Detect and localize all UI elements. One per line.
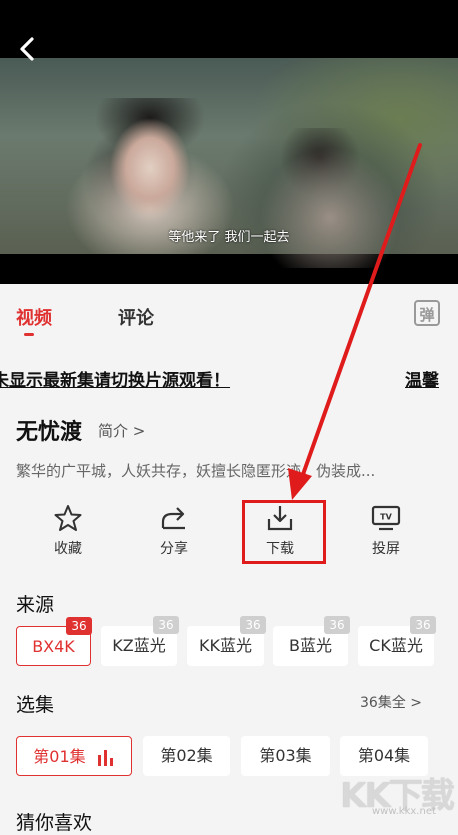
episode-chip-02[interactable]: 第02集 (143, 736, 230, 776)
tv-cast-icon: TV (371, 505, 401, 531)
share-icon (161, 507, 185, 530)
notice-text: 未显示最新集请切换片源观看！ (0, 371, 230, 391)
episode-chip-label: 第01集 (33, 747, 86, 766)
sources-heading: 来源 (16, 594, 55, 616)
episode-chip-label: 第02集 (160, 746, 213, 765)
action-row: 收藏 分享 下载 TV 投屏 (0, 504, 458, 566)
episode-count-badge: 36 (240, 616, 266, 634)
playing-bars-icon (97, 749, 113, 766)
favorite-label: 收藏 (54, 541, 82, 557)
source-chip-kz[interactable]: KZ蓝光 36 (101, 616, 179, 666)
watermark-logo: KK下载 www.kkx.net (340, 768, 455, 817)
source-chip-ck[interactable]: CK蓝光 36 (358, 616, 436, 666)
episode-count-badge: 36 (410, 616, 436, 634)
intro-link[interactable]: 简介 > (98, 420, 145, 441)
episode-chip-label: 第04集 (357, 746, 411, 765)
video-player[interactable]: 等他来了 我们一起去 (0, 0, 458, 284)
back-arrow-icon[interactable] (16, 36, 40, 62)
watermark-url: www.kkx.net (372, 806, 436, 817)
source-chip-label: KK蓝光 (199, 636, 252, 655)
video-frame (0, 58, 458, 268)
episode-count-badge: 36 (324, 616, 350, 634)
episode-count-badge: 36 (153, 616, 179, 634)
star-icon (54, 505, 82, 531)
share-button[interactable]: 分享 (134, 504, 214, 558)
source-chip-bx4k[interactable]: BX4K 36 (16, 617, 92, 666)
episode-chip-01[interactable]: 第01集 (16, 736, 132, 776)
tab-comments[interactable]: 评论 (118, 304, 154, 330)
danmaku-toggle-icon[interactable]: 弹 (414, 300, 440, 326)
tab-active-indicator (24, 333, 34, 336)
cast-label: 投屏 (372, 541, 400, 557)
recommend-heading: 猜你喜欢 (16, 812, 93, 834)
episode-chip-label: 第03集 (259, 746, 312, 765)
danmaku-label: 弹 (419, 306, 435, 324)
episode-count-badge: 36 (66, 617, 92, 635)
tab-video[interactable]: 视频 (16, 304, 52, 330)
show-title: 无忧渡 (16, 420, 83, 445)
video-subtitle: 等他来了 我们一起去 (168, 230, 290, 245)
cast-button[interactable]: TV 投屏 (346, 504, 426, 558)
notice-marquee: 未显示最新集请切换片源观看！ 温馨 (0, 364, 458, 394)
episodes-heading: 选集 (16, 694, 55, 716)
source-chip-b[interactable]: B蓝光 36 (273, 616, 350, 666)
source-chip-label: B蓝光 (289, 636, 332, 655)
notice-text-next: 温馨 (405, 371, 439, 391)
svg-text:TV: TV (380, 513, 392, 522)
episode-chip-03[interactable]: 第03集 (241, 736, 330, 776)
show-synopsis[interactable]: 繁华的广平城，人妖共存，妖擅长隐匿形迹，伪装成... (16, 460, 436, 481)
tab-bar: 视频 评论 (0, 284, 458, 344)
share-label: 分享 (160, 541, 188, 557)
favorite-button[interactable]: 收藏 (28, 504, 108, 558)
source-chip-kk[interactable]: KK蓝光 36 (187, 616, 266, 666)
video-figure-back (260, 128, 400, 268)
source-chip-label: BX4K (32, 637, 75, 656)
all-episodes-link[interactable]: 36集全 > (360, 692, 422, 712)
download-highlight-box (242, 500, 326, 564)
source-chip-label: CK蓝光 (369, 636, 423, 655)
source-chip-label: KZ蓝光 (112, 636, 166, 655)
